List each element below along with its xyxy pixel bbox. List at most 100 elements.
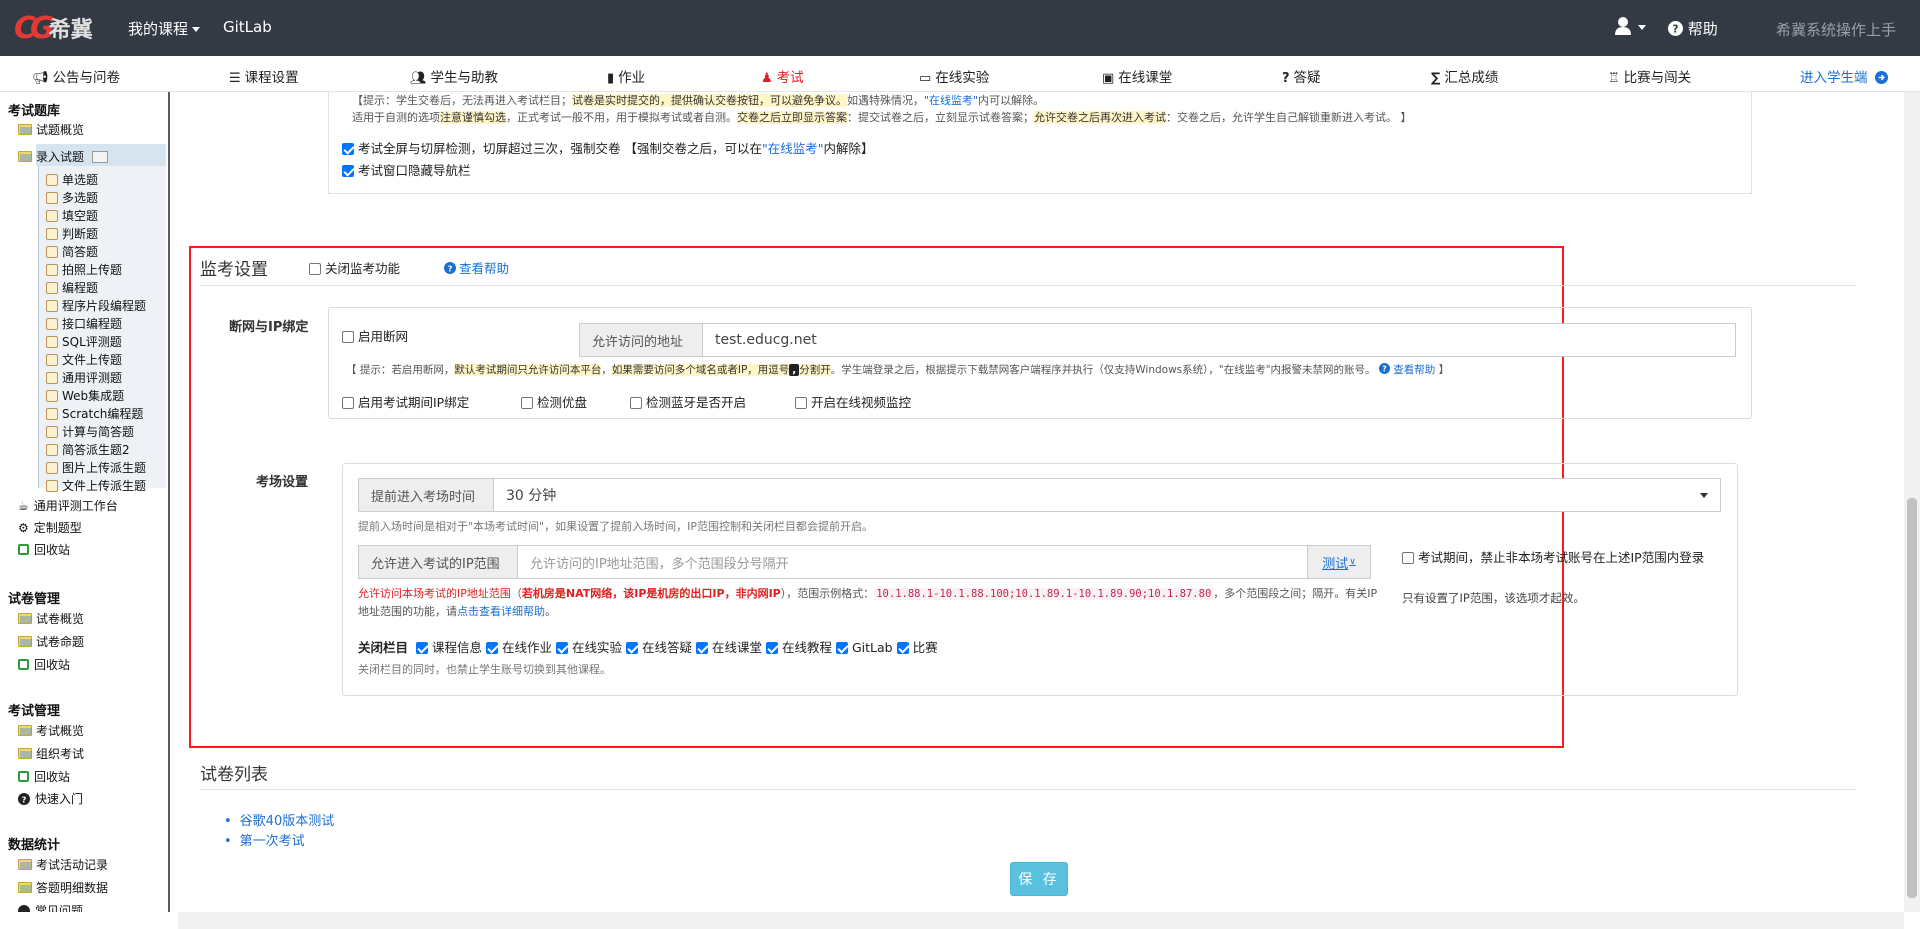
fullscreen-checkbox[interactable] (342, 143, 354, 155)
checkbox[interactable] (416, 642, 428, 654)
hint-help-link[interactable]: ? 查看帮助 (1378, 363, 1435, 376)
col-qa[interactable]: 在线答疑 (626, 640, 692, 655)
sidebar-item-recycle-1[interactable]: 回收站 (18, 541, 70, 558)
ip-help-link[interactable]: 点击查看详细帮助 (457, 605, 545, 618)
nav-exam[interactable]: ♟ 考试 (761, 66, 804, 86)
sidebar-type-5[interactable]: 拍照上传题 (46, 261, 122, 278)
nav-contests[interactable]: ♖ 比赛与闯关 (1608, 66, 1691, 86)
sidebar-item-enter-questions[interactable]: 录入试题 (18, 148, 109, 165)
sidebar-type-12[interactable]: Web集成题 (46, 387, 124, 404)
ip-bind-option[interactable]: 启用考试期间IP绑定 (342, 392, 469, 411)
hide-nav-checkbox[interactable] (342, 165, 354, 177)
sidebar-item-custom-type[interactable]: ⚙ 定制题型 (18, 519, 82, 536)
scrollbar-thumb[interactable] (1907, 498, 1917, 898)
nav-online-class[interactable]: ▣ 在线课堂 (1102, 66, 1172, 86)
main-scrollbar[interactable] (1904, 92, 1920, 912)
sidebar-type-4[interactable]: 简答题 (46, 243, 98, 260)
bluetooth-detect-option[interactable]: 检测蓝牙是否开启 (630, 392, 746, 411)
col-tutorial[interactable]: 在线教程 (766, 640, 832, 655)
checkbox[interactable] (836, 642, 848, 654)
horizontal-scrollbar[interactable] (178, 912, 1904, 929)
checkbox[interactable] (626, 642, 638, 654)
sidebar-item-recycle-2[interactable]: 回收站 (18, 656, 70, 673)
logo[interactable]: CG 希冀 (14, 11, 93, 46)
save-button[interactable]: 保 存 (1010, 862, 1068, 896)
sidebar-item-paper-overview[interactable]: 试卷概览 (18, 610, 84, 627)
sidebar-type-0[interactable]: 单选题 (46, 171, 98, 188)
enable-disconnect-checkbox[interactable] (342, 331, 354, 343)
sidebar-type-11[interactable]: 通用评测题 (46, 369, 122, 386)
sidebar-type-3[interactable]: 判断题 (46, 225, 98, 242)
help-link[interactable]: ? 帮助 (1668, 18, 1718, 39)
sidebar-item-answer-detail[interactable]: 答题明细数据 (18, 879, 108, 896)
sidebar-type-15[interactable]: 简答派生题2 (46, 441, 130, 458)
sidebar-type-6[interactable]: 编程题 (46, 279, 98, 296)
col-course-info[interactable]: 课程信息 (416, 640, 482, 655)
close-proctor-option[interactable]: 关闭监考功能 (309, 258, 400, 277)
nav-homework[interactable]: ▮ 作业 (607, 66, 645, 86)
nav-qa[interactable]: ? 答疑 (1282, 66, 1321, 86)
forbid-other-accounts-option[interactable]: 考试期间，禁止非本场考试账号在上述IP范围内登录 (1402, 548, 1728, 567)
nav-announcements[interactable]: 📢︎ 公告与问卷 (32, 66, 120, 86)
my-courses-menu[interactable]: 我的课程 (128, 18, 201, 39)
col-lab[interactable]: 在线实验 (556, 640, 622, 655)
sidebar-item-quick-start[interactable]: ? 快速入门 (18, 790, 83, 807)
proctor-help-link[interactable]: ? 查看帮助 (444, 258, 509, 277)
sidebar-type-7[interactable]: 程序片段编程题 (46, 297, 146, 314)
sidebar-type-16[interactable]: 图片上传派生题 (46, 459, 146, 476)
checkbox[interactable] (696, 642, 708, 654)
nav-students[interactable]: 👥︎ 学生与助教 (410, 66, 498, 86)
sidebar-item-exam-activity[interactable]: 考试活动记录 (18, 856, 108, 873)
ip-bind-checkbox[interactable] (342, 397, 354, 409)
sidebar-item-faq[interactable]: 常见问题 (18, 902, 83, 912)
ip-range-input[interactable]: 允许访问的IP地址范围，多个范围段分号隔开 (517, 545, 1308, 579)
system-name[interactable]: 希冀系统操作上手 (1776, 19, 1896, 40)
checkbox[interactable] (556, 642, 568, 654)
nav-grades[interactable]: ∑ 汇总成绩 (1431, 66, 1498, 86)
sidebar-item-exam-overview[interactable]: 考试概览 (18, 722, 84, 739)
col-contest[interactable]: 比赛 (896, 640, 938, 655)
sidebar-item-paper-make[interactable]: 试卷命题 (18, 633, 84, 650)
sidebar-type-14[interactable]: 计算与简答题 (46, 423, 134, 440)
col-gitlab[interactable]: GitLab (836, 640, 893, 655)
collapse-button[interactable] (92, 150, 109, 163)
online-proctor-link[interactable]: "在线监考" (924, 94, 978, 107)
usb-detect-option[interactable]: 检测优盘 (521, 392, 587, 411)
usb-detect-checkbox[interactable] (521, 397, 533, 409)
close-proctor-checkbox[interactable] (309, 263, 321, 275)
sidebar-item-recycle-3[interactable]: 回收站 (18, 768, 70, 785)
sidebar-type-1[interactable]: 多选题 (46, 189, 98, 206)
online-proctor-link[interactable]: "在线监考" (762, 141, 824, 156)
paper-item[interactable]: 第一次考试 (224, 830, 305, 849)
bluetooth-detect-checkbox[interactable] (630, 397, 642, 409)
checkbox[interactable] (896, 642, 909, 654)
nav-online-lab[interactable]: ▭ 在线实验 (919, 66, 989, 86)
sidebar-type-10[interactable]: 文件上传题 (46, 351, 122, 368)
checkbox[interactable] (486, 642, 498, 654)
video-monitor-checkbox[interactable] (795, 397, 807, 409)
sidebar-item-organize-exam[interactable]: 组织考试 (18, 745, 84, 762)
nav-course-settings[interactable]: ☰ 课程设置 (229, 66, 299, 86)
allowed-addr-input[interactable]: test.educg.net (702, 323, 1736, 357)
gitlab-link[interactable]: GitLab (223, 18, 272, 36)
forbid-other-accounts-checkbox[interactable] (1402, 552, 1414, 564)
checkbox[interactable] (766, 642, 778, 654)
enable-disconnect-option[interactable]: 启用断网 (342, 326, 408, 345)
col-homework[interactable]: 在线作业 (486, 640, 552, 655)
sidebar-item-general-eval[interactable]: ☕︎ 通用评测工作台 (18, 497, 118, 514)
sidebar-item-bank-overview[interactable]: 试题概览 (18, 121, 84, 138)
test-ip-button[interactable]: 测试 ∨ (1307, 545, 1371, 579)
sidebar-type-13[interactable]: Scratch编程题 (46, 405, 143, 422)
user-menu[interactable] (1614, 16, 1654, 38)
sidebar-type-9[interactable]: SQL评测题 (46, 333, 122, 350)
early-entry-select[interactable]: 30 分钟 (493, 478, 1721, 512)
video-monitor-option[interactable]: 开启在线视频监控 (795, 392, 911, 411)
col-class[interactable]: 在线课堂 (696, 640, 762, 655)
fullscreen-detect-option[interactable]: 考试全屏与切屏检测，切屏超过三次，强制交卷 【强制交卷之后，可以在"在线监考"内… (342, 138, 874, 157)
sidebar-type-8[interactable]: 接口编程题 (46, 315, 122, 332)
paper-item[interactable]: 谷歌40版本测试 (224, 810, 335, 829)
sidebar-type-2[interactable]: 填空题 (46, 207, 98, 224)
sidebar-type-17[interactable]: 文件上传派生题 (46, 477, 146, 494)
sidebar-scrollbar[interactable] (168, 92, 170, 912)
hide-nav-option[interactable]: 考试窗口隐藏导航栏 (342, 160, 471, 179)
